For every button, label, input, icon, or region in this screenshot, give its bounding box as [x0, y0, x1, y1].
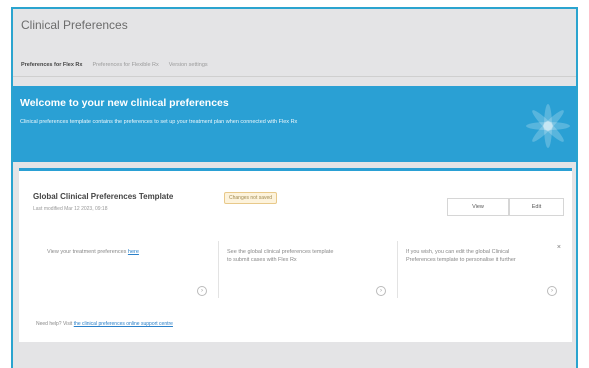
- tab-version-settings[interactable]: Version settings: [169, 62, 208, 68]
- welcome-banner: Welcome to your new clinical preferences…: [13, 86, 576, 162]
- view-button[interactable]: View: [447, 198, 509, 216]
- close-icon[interactable]: ×: [557, 244, 561, 252]
- info-tile-view-preferences[interactable]: View your treatment preferences here ›: [39, 241, 215, 298]
- template-card: Global Clinical Preferences Template Cha…: [19, 168, 572, 342]
- chevron-right-icon[interactable]: ›: [376, 286, 386, 296]
- tab-preferences-flexible-rx[interactable]: Preferences for Flexible Rx: [92, 62, 158, 68]
- starburst-decoration-icon: [526, 104, 570, 148]
- tab-bar: Preferences for Flex Rx Preferences for …: [13, 55, 576, 75]
- tab-divider: [13, 76, 576, 77]
- chevron-right-icon[interactable]: ›: [197, 286, 207, 296]
- tab-preferences-flex-rx[interactable]: Preferences for Flex Rx: [21, 62, 82, 68]
- banner-subtitle: Clinical preferences template contains t…: [20, 119, 298, 125]
- edit-button[interactable]: Edit: [509, 198, 564, 216]
- here-link[interactable]: here: [128, 249, 139, 255]
- support-centre-link[interactable]: the clinical preferences online support …: [74, 321, 173, 327]
- template-last-modified: Last modified Mar 12 2023, 09:18: [33, 206, 108, 212]
- app-window: Clinical Preferences Preferences for Fle…: [11, 7, 578, 368]
- template-title: Global Clinical Preferences Template: [33, 192, 174, 201]
- page-title: Clinical Preferences: [21, 18, 128, 32]
- status-badge: Changes not saved: [224, 192, 278, 204]
- chevron-right-icon[interactable]: ›: [547, 286, 557, 296]
- info-text: See the global clinical preferences temp…: [227, 249, 334, 263]
- info-tile-global-template[interactable]: See the global clinical preferences temp…: [218, 241, 394, 298]
- info-text: View your treatment preferences here: [47, 249, 139, 255]
- info-tile-edit-template[interactable]: If you wish, you can edit the global Cli…: [397, 241, 565, 298]
- help-footer: Need help? Visit the clinical preference…: [36, 321, 173, 327]
- info-text: If you wish, you can edit the global Cli…: [406, 249, 516, 263]
- banner-title: Welcome to your new clinical preferences: [20, 97, 229, 109]
